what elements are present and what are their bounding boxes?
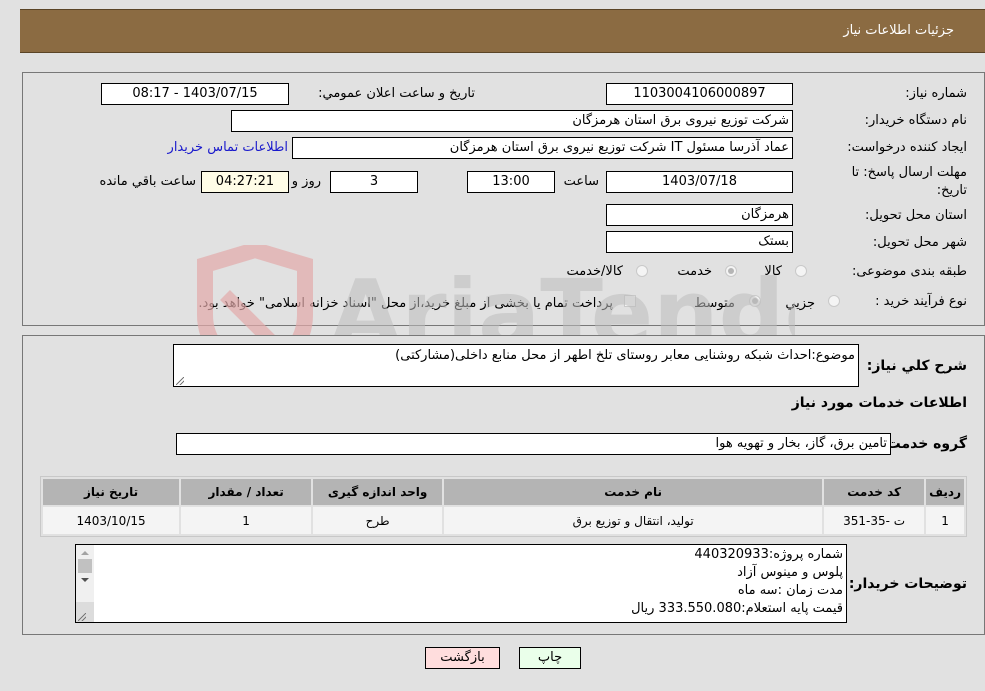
description-label: شرح كلي نیاز: [866, 358, 967, 374]
category-option-goods: کالا [764, 264, 782, 279]
services-table: ردیف کد خدمت نام خدمت واحد اندازه گیری ت… [40, 476, 967, 537]
treasury-checkbox[interactable] [624, 295, 636, 307]
cell-need-date: 1403/10/15 [43, 507, 180, 534]
deadline-label-line2: تاریخ: [936, 183, 967, 198]
cell-service-code: ت -35-351 [824, 507, 925, 534]
category-option-goods-service: کالا/خدمت [566, 264, 623, 279]
back-button[interactable]: بازگشت [425, 647, 500, 669]
services-heading: اطلاعات خدمات مورد نیاز [791, 395, 967, 411]
delivery-city-field: بستک [606, 231, 793, 253]
scroll-thumb[interactable] [78, 559, 92, 573]
announce-datetime-label: تاریخ و ساعت اعلان عمومي: [318, 86, 475, 101]
col-header-row-number: ردیف [926, 479, 964, 505]
table-row: 1 ت -35-351 تولید، انتقال و توزیع برق طر… [43, 507, 964, 534]
deadline-date-field: 1403/07/18 [606, 171, 793, 193]
scroll-down-arrow-icon[interactable] [81, 578, 89, 582]
scrollbar[interactable] [76, 545, 94, 622]
process-radio-minor[interactable] [828, 295, 840, 307]
service-group-field: تامین برق، گاز، بخار و تهویه هوا [176, 433, 891, 455]
delivery-city-label: شهر محل تحویل: [872, 235, 967, 250]
col-header-unit: واحد اندازه گیری [313, 479, 443, 505]
table-header-row: ردیف کد خدمت نام خدمت واحد اندازه گیری ت… [43, 479, 964, 505]
buyer-org-label: نام دستگاه خریدار: [864, 113, 967, 128]
buyer-contact-link[interactable]: اطلاعات تماس خریدار [168, 140, 288, 155]
need-number-label: شماره نیاز: [905, 86, 967, 101]
category-label: طبقه بندی موضوعی: [851, 264, 967, 279]
remaining-time-label: ساعت باقي مانده [99, 174, 196, 189]
buyer-org-field: شرکت توزیع نیروی برق استان هرمزگان [231, 110, 793, 132]
scrollbar-corner [76, 602, 94, 622]
deadline-time-field: 13:00 [467, 171, 555, 193]
cell-row-number: 1 [926, 507, 964, 534]
description-text: موضوع:احداث شبکه روشنایی معابر روستای تل… [395, 348, 855, 363]
announce-datetime-field: 1403/07/15 - 08:17 [101, 83, 289, 105]
service-group-label: گروه خدمت: [881, 436, 967, 452]
buyer-notes-textarea[interactable]: شماره پروژه:440320933 پلوس و مینوس آزاد … [75, 544, 847, 623]
deadline-label-line1: مهلت ارسال پاسخ: تا [851, 165, 967, 180]
treasury-note: پرداخت تمام یا بخشی از مبلغ خرید،از محل … [198, 296, 613, 311]
col-header-service-code: کد خدمت [824, 479, 925, 505]
cell-service-name: تولید، انتقال و توزیع برق [444, 507, 823, 534]
category-radio-goods-service[interactable] [636, 265, 648, 277]
remaining-days-field: 3 [330, 171, 418, 193]
page-title: جزئیات اطلاعات نیاز [843, 23, 954, 38]
buyer-notes-line: پلوس و مینوس آزاد [737, 565, 843, 580]
description-textarea[interactable]: موضوع:احداث شبکه روشنایی معابر روستای تل… [173, 344, 859, 387]
buyer-notes-line: شماره پروژه:440320933 [694, 547, 843, 562]
process-radio-medium[interactable] [749, 295, 761, 307]
cell-unit: طرح [313, 507, 443, 534]
buyer-notes-line: مدت زمان :سه ماه [737, 583, 843, 598]
process-option-medium: متوسط [694, 296, 735, 311]
col-header-quantity: تعداد / مقدار [181, 479, 312, 505]
delivery-province-field: هرمزگان [606, 204, 793, 226]
category-radio-goods[interactable] [795, 265, 807, 277]
process-option-minor: جزیي [785, 296, 815, 311]
scroll-up-arrow-icon[interactable] [81, 551, 89, 555]
requester-label: ایجاد کننده درخواست: [847, 140, 967, 155]
page-header: جزئیات اطلاعات نیاز [20, 9, 985, 53]
resize-handle-icon[interactable] [176, 377, 184, 385]
resize-handle-icon[interactable] [78, 613, 86, 621]
buyer-notes-line: قیمت پایه استعلام:333.550.080 ریال [631, 601, 843, 616]
requester-field: عماد آذرسا مسئول IT شرکت توزیع نیروی برق… [292, 137, 793, 159]
buyer-notes-label: توضیحات خریدار: [848, 576, 967, 592]
deadline-time-label: ساعت [563, 174, 599, 189]
remaining-time-field: 04:27:21 [201, 171, 289, 193]
delivery-province-label: استان محل تحویل: [865, 208, 967, 223]
col-header-service-name: نام خدمت [444, 479, 823, 505]
cell-quantity: 1 [181, 507, 312, 534]
category-option-service: خدمت [677, 264, 712, 279]
days-label: روز و [291, 174, 321, 189]
print-button[interactable]: چاپ [519, 647, 581, 669]
purchase-process-label: نوع فرآیند خرید : [875, 294, 967, 309]
need-number-field: 1103004106000897 [606, 83, 793, 105]
category-radio-service[interactable] [725, 265, 737, 277]
col-header-need-date: تاریخ نیاز [43, 479, 180, 505]
